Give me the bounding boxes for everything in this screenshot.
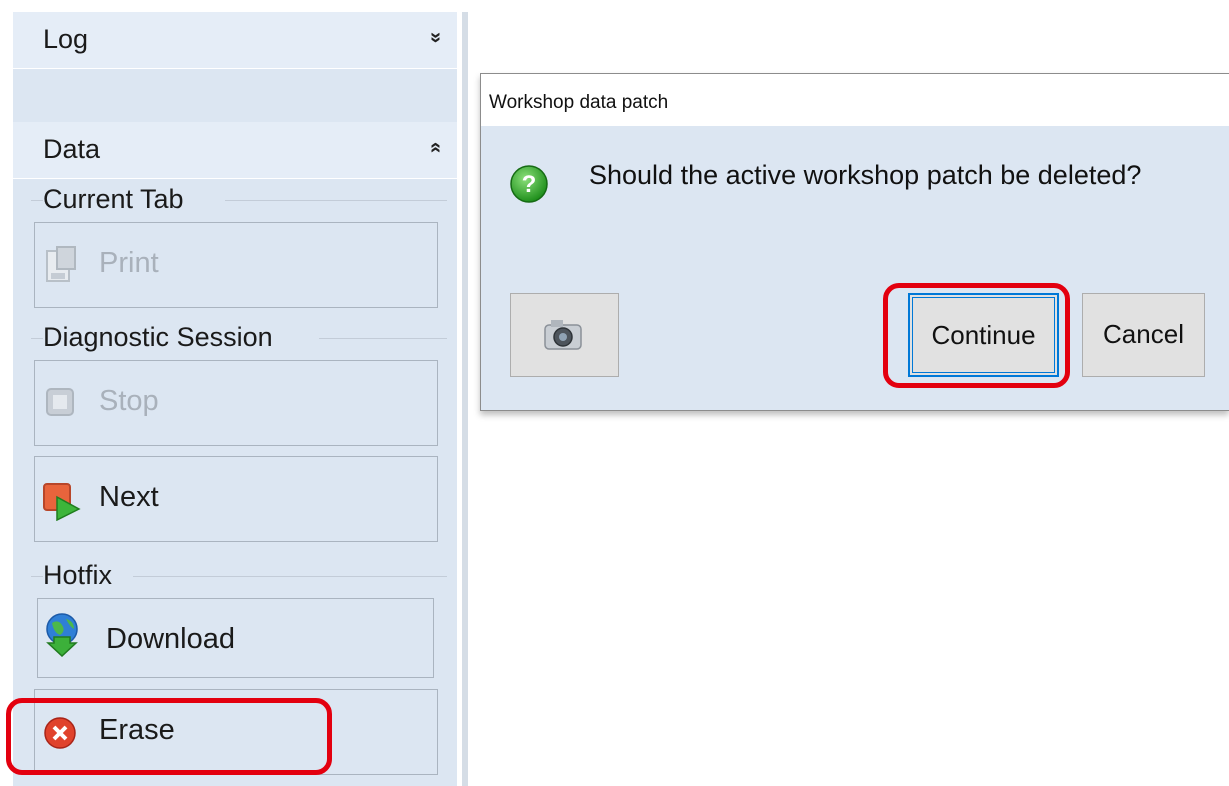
expand-chevron-icon[interactable]: » bbox=[424, 32, 447, 43]
log-section-header[interactable]: Log » bbox=[13, 12, 457, 69]
group-border bbox=[225, 200, 447, 201]
download-button-label: Download bbox=[106, 623, 235, 655]
camera-icon bbox=[543, 318, 585, 357]
dialog-title: Workshop data patch bbox=[489, 92, 669, 113]
group-border bbox=[319, 338, 447, 339]
screenshot-button[interactable] bbox=[510, 293, 619, 377]
download-button[interactable]: Download bbox=[37, 598, 434, 678]
current-tab-group-title: Current Tab bbox=[43, 184, 190, 215]
continue-highlight bbox=[883, 283, 1070, 388]
group-border bbox=[31, 200, 43, 201]
group-border bbox=[133, 576, 447, 577]
printer-icon bbox=[43, 245, 79, 290]
dialog-message: Should the active workshop patch be dele… bbox=[589, 160, 1142, 190]
print-button[interactable]: Print bbox=[34, 222, 438, 308]
log-section-title: Log bbox=[43, 24, 89, 54]
group-border bbox=[31, 576, 43, 577]
question-icon: ? bbox=[509, 164, 549, 209]
dialog-titlebar[interactable]: Workshop data patch bbox=[481, 74, 1229, 126]
svg-text:?: ? bbox=[522, 171, 537, 198]
next-button[interactable]: Next bbox=[34, 456, 438, 542]
diagnostic-session-group-title: Diagnostic Session bbox=[43, 322, 279, 353]
next-icon bbox=[43, 483, 81, 526]
print-button-label: Print bbox=[99, 247, 159, 279]
download-globe-icon bbox=[44, 613, 84, 662]
collapse-chevron-icon[interactable]: « bbox=[424, 142, 447, 153]
cancel-button[interactable]: Cancel bbox=[1082, 293, 1205, 377]
stop-icon bbox=[45, 387, 77, 424]
workshop-patch-dialog: Workshop data patch ? Should the active … bbox=[480, 73, 1229, 411]
navigation-panel: Log » Data « Current Tab Print Diagnosti bbox=[0, 0, 468, 786]
next-button-label: Next bbox=[99, 481, 159, 513]
hotfix-group-title: Hotfix bbox=[43, 560, 119, 591]
data-section-title: Data bbox=[43, 134, 101, 164]
group-border bbox=[31, 338, 43, 339]
stop-button-label: Stop bbox=[99, 385, 159, 417]
panel-body: Log » Data « Current Tab Print Diagnosti bbox=[13, 12, 457, 786]
data-section-header[interactable]: Data « bbox=[13, 122, 457, 179]
erase-highlight bbox=[6, 698, 332, 775]
stop-button[interactable]: Stop bbox=[34, 360, 438, 446]
cancel-button-label: Cancel bbox=[1103, 319, 1184, 349]
panel-splitter[interactable] bbox=[462, 12, 468, 786]
